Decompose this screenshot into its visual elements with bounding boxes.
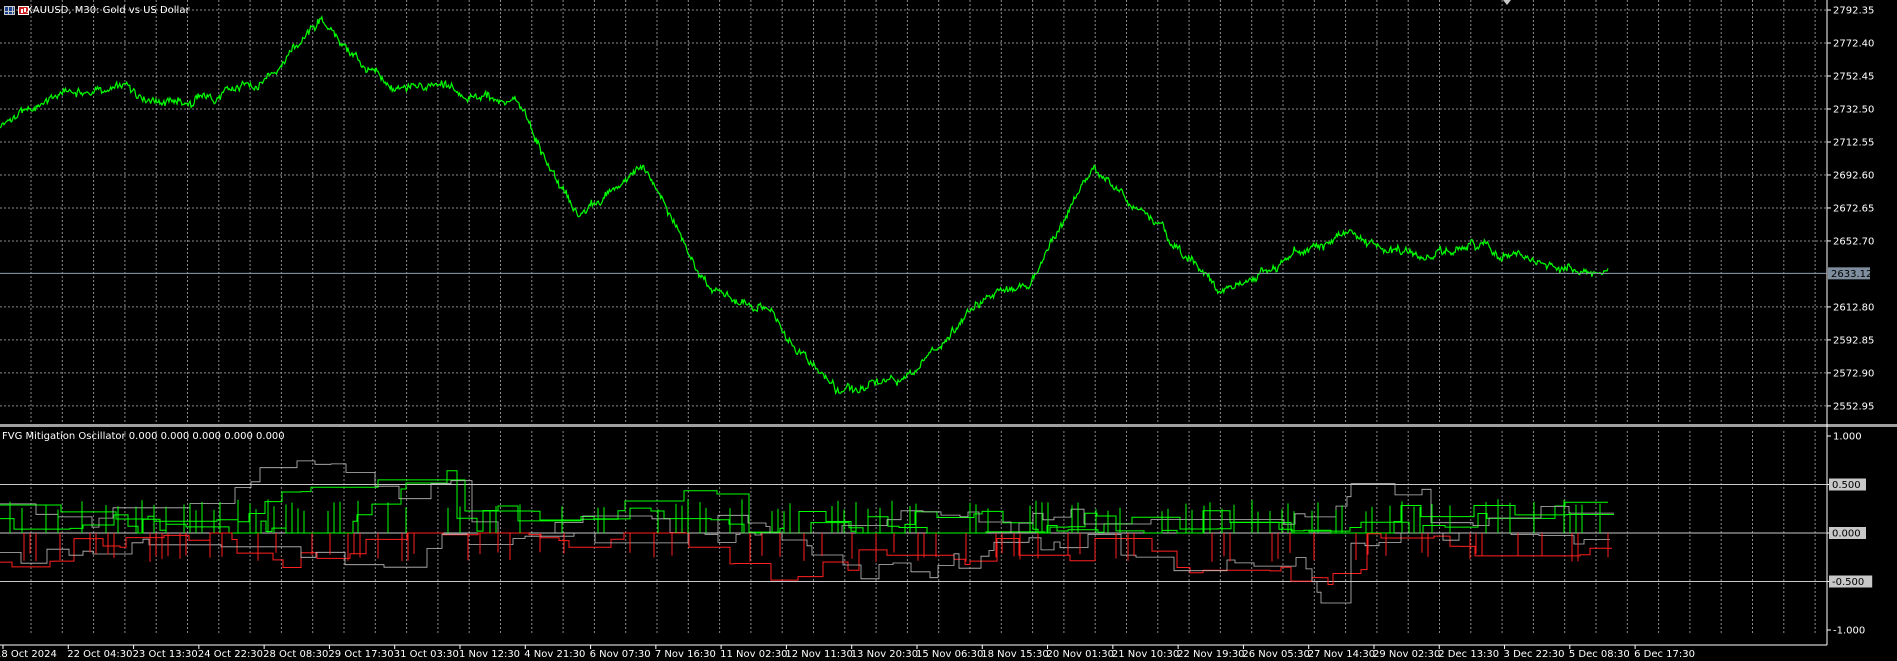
time-tick-label: 22 Oct 04:30 (67, 649, 132, 660)
time-tick-label: 6 Dec 17:30 (1634, 649, 1695, 660)
price-tick-label: 2692.60 (1833, 170, 1874, 181)
time-tick-label: 11 Nov 02:30 (720, 649, 787, 660)
shift-marker-icon[interactable] (1503, 0, 1511, 5)
time-tick-label: 5 Dec 08:30 (1569, 649, 1630, 660)
time-tick-label: 23 Oct 13:30 (133, 649, 198, 660)
price-line[interactable] (0, 15, 1609, 396)
time-tick-label: 27 Nov 14:30 (1308, 649, 1375, 660)
pane-separator[interactable] (0, 424, 1897, 427)
time-tick-label: 6 Nov 07:30 (590, 649, 651, 660)
time-tick-label: 28 Oct 08:30 (263, 649, 328, 660)
time-tick-label: 22 Nov 19:30 (1177, 649, 1244, 660)
time-tick-label: 1 Nov 12:30 (459, 649, 520, 660)
time-tick-label: 18 Oct 2024 (0, 649, 57, 660)
price-tick-label: 2672.65 (1833, 203, 1874, 214)
time-tick-label: 31 Oct 03:30 (394, 649, 459, 660)
grid-window-icon[interactable] (4, 6, 15, 15)
time-tick-label: 4 Nov 21:30 (524, 649, 585, 660)
symbol-title: XAUUSD, M30: Gold vs US Dollar (26, 5, 190, 16)
time-tick-label: 15 Nov 06:30 (916, 649, 983, 660)
price-tick-label: 2712.55 (1833, 137, 1874, 148)
oscillator-tick-label: 0.000 (1832, 529, 1861, 540)
time-tick-label: 26 Nov 05:30 (1242, 649, 1309, 660)
oscillator-tick-label: 0.500 (1832, 480, 1861, 491)
time-tick-label: 29 Nov 02:30 (1373, 649, 1440, 660)
price-tick-label: 2592.85 (1833, 335, 1874, 346)
price-tick-label: 2752.45 (1833, 72, 1874, 83)
time-tick-label: 3 Dec 22:30 (1504, 649, 1565, 660)
price-tick-label: 2572.90 (1833, 368, 1874, 379)
oscillator-tick-label: -0.500 (1832, 577, 1864, 588)
price-tick-label: 2552.95 (1833, 401, 1874, 412)
time-tick-label: 12 Nov 11:30 (785, 649, 852, 660)
chart-canvas[interactable]: 2792.35 2772.40 2752.45 2732.50 2712.55 2692.… (0, 0, 1897, 661)
price-tick-label: 2652.70 (1833, 236, 1874, 247)
time-tick-label: 7 Nov 16:30 (655, 649, 716, 660)
time-tick-label: 24 Oct 22:30 (198, 649, 263, 660)
time-tick-label: 20 Nov 01:30 (1047, 649, 1114, 660)
oscillator-title: FVG Mitigation Oscillator 0.000 0.000 0.… (2, 431, 285, 442)
oscillator-tick-label: -1.000 (1833, 626, 1865, 637)
current-price-label: 2633.12 (1831, 269, 1872, 280)
time-tick-label: 13 Nov 20:30 (851, 649, 918, 660)
price-tick-label: 2792.35 (1833, 6, 1874, 17)
time-tick-label: 29 Oct 17:30 (328, 649, 393, 660)
time-tick-label: 18 Nov 15:30 (981, 649, 1048, 660)
time-tick-label: 21 Nov 10:30 (1112, 649, 1179, 660)
oscillator-tick-label: 1.000 (1833, 432, 1862, 443)
bear-oscillator-line (0, 532, 1612, 585)
time-tick-label: 2 Dec 13:30 (1438, 649, 1499, 660)
price-tick-label: 2612.80 (1833, 302, 1874, 313)
price-tick-label: 2772.40 (1833, 39, 1874, 50)
price-tick-label: 2732.50 (1833, 105, 1874, 116)
